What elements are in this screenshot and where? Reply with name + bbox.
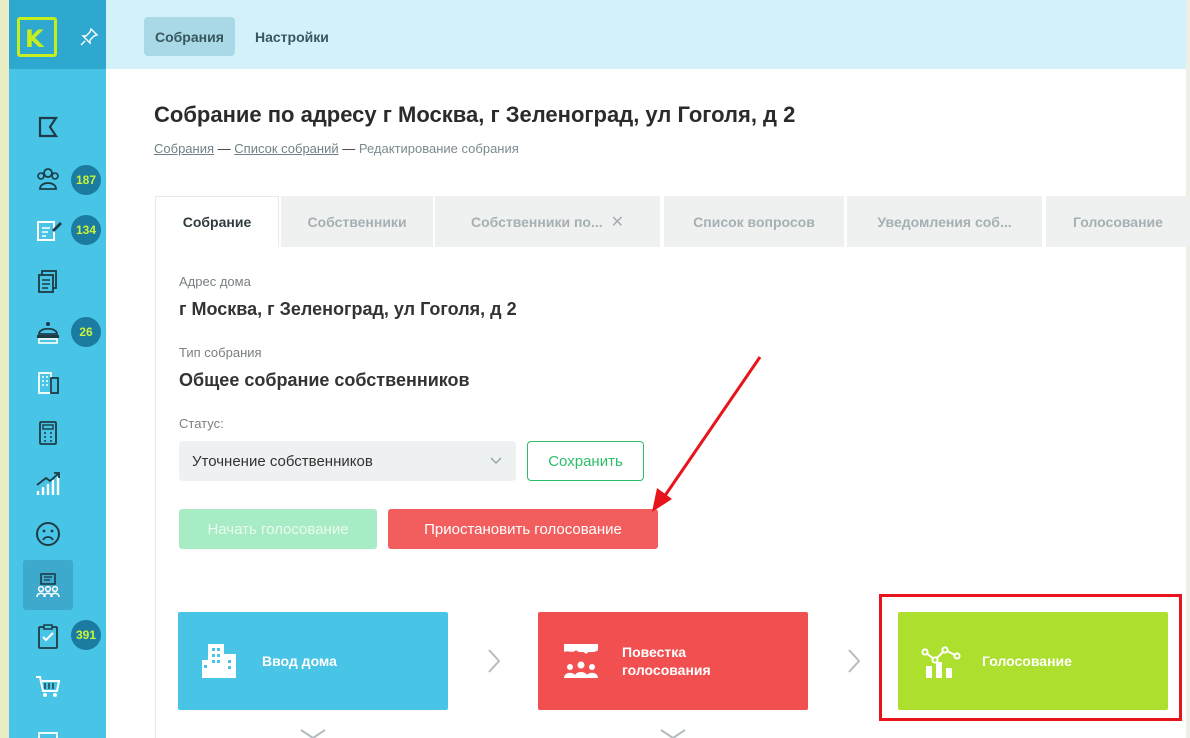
start-voting-button[interactable]: Начать голосование: [179, 509, 377, 549]
tab-voting[interactable]: Голосование: [1046, 196, 1190, 247]
growth-chart-icon: [36, 472, 60, 495]
breadcrumb-meeting-list-link[interactable]: Список собраний: [234, 141, 338, 156]
reception-icon: [37, 322, 59, 344]
stage-agenda-label: Повестка голосования: [622, 644, 711, 678]
breadcrumb-meetings-link[interactable]: Собрания: [154, 141, 214, 156]
page-title: Собрание по адресу г Москва, г Зеленогра…: [154, 102, 796, 127]
right-edge: [1186, 0, 1190, 738]
people-icon: [37, 168, 59, 190]
tab-owners[interactable]: Собственники: [281, 196, 433, 247]
breadcrumb-separator: —: [342, 141, 356, 156]
tab-owners-filtered-label: Собственники по...: [470, 213, 603, 230]
address-label: Адрес дома: [179, 274, 251, 289]
status-select-value: Уточнение собственников: [192, 452, 373, 470]
sidebar-item-analytics[interactable]: [23, 459, 73, 509]
document-icon: [38, 732, 58, 738]
meeting-tabs: Собрание Собственники Собственники по...…: [155, 196, 1190, 247]
annotation-highlight-box: [879, 594, 1182, 721]
edit-document-icon: [37, 221, 62, 241]
sidebar-item-people[interactable]: [23, 154, 73, 204]
meeting-icon: [36, 573, 60, 598]
calculator-icon: [39, 421, 57, 445]
sidebar-item-buildings[interactable]: [23, 357, 73, 407]
stage-house-input[interactable]: Ввод дома: [178, 612, 448, 710]
reception-count-badge: 26: [71, 317, 101, 347]
people-count-badge: 187: [71, 165, 101, 195]
save-button[interactable]: Сохранить: [527, 441, 644, 481]
sidebar-item-tasks[interactable]: [23, 611, 73, 661]
buildings-icon: [202, 644, 236, 678]
sidebar-item-complaints[interactable]: [23, 509, 73, 559]
sidebar-item-meetings[interactable]: [23, 560, 73, 610]
tab-meetings[interactable]: Собрания: [144, 17, 235, 56]
tab-questions[interactable]: Список вопросов: [664, 196, 844, 247]
tab-settings[interactable]: Настройки: [244, 17, 340, 56]
sidebar-item-calculator[interactable]: [23, 408, 73, 458]
stage-agenda[interactable]: Повестка голосования: [538, 612, 808, 710]
sidebar-item-more[interactable]: [23, 712, 73, 738]
sidebar-item-documents[interactable]: [23, 256, 73, 306]
top-bar: Собрания Настройки: [106, 0, 1186, 69]
chevron-down-icon: [660, 729, 686, 738]
documents-icon: [38, 270, 57, 293]
chevron-right-icon: [488, 649, 501, 673]
cart-icon: [36, 676, 61, 697]
sidebar-item-reception[interactable]: [23, 307, 73, 357]
logo-icon[interactable]: K: [17, 17, 57, 57]
meeting-type-value: Общее собрание собственников: [179, 370, 470, 390]
breadcrumb-separator: —: [217, 141, 231, 156]
edit-count-badge: 134: [71, 215, 101, 245]
status-select[interactable]: Уточнение собственников: [179, 441, 516, 481]
close-icon[interactable]: ✕: [611, 212, 624, 232]
pin-icon[interactable]: [79, 27, 99, 47]
sidebar-item-home[interactable]: [23, 103, 73, 153]
tasks-count-badge: 391: [71, 620, 101, 650]
pause-voting-button[interactable]: Приостановить голосование: [388, 509, 658, 549]
tab-owners-filtered[interactable]: Собственники по... ✕: [435, 196, 660, 247]
tab-notifications[interactable]: Уведомления соб...: [847, 196, 1042, 247]
tab-meeting[interactable]: Собрание: [155, 196, 279, 247]
meeting-type-label: Тип собрания: [179, 345, 262, 360]
clipboard-check-icon: [38, 624, 58, 649]
chevron-down-icon: [300, 729, 326, 738]
sidebar-item-edit[interactable]: [23, 205, 73, 255]
sidebar: K 187 134 26 391: [9, 0, 106, 738]
building-icon: [38, 372, 59, 394]
breadcrumb-current: Редактирование собрания: [358, 141, 519, 156]
breadcrumb: Собрания — Список собраний — Редактирова…: [154, 141, 519, 156]
address-value: г Москва, г Зеленоград, ул Гоголя, д 2: [179, 299, 517, 319]
sidebar-item-shop[interactable]: [23, 661, 73, 711]
status-label: Статус:: [179, 416, 224, 431]
svg-text:K: K: [25, 25, 45, 53]
stage-house-input-label: Ввод дома: [262, 653, 337, 669]
flag-icon: [38, 116, 59, 138]
chevron-right-icon: [848, 649, 861, 673]
sad-face-icon: [36, 522, 60, 546]
agenda-people-icon: [564, 644, 598, 678]
left-edge-strip: [0, 0, 9, 738]
annotation-arrow-icon: [652, 356, 762, 512]
sidebar-header: K: [9, 0, 106, 69]
panel-border: [155, 246, 156, 738]
chevron-down-icon: [490, 457, 502, 465]
